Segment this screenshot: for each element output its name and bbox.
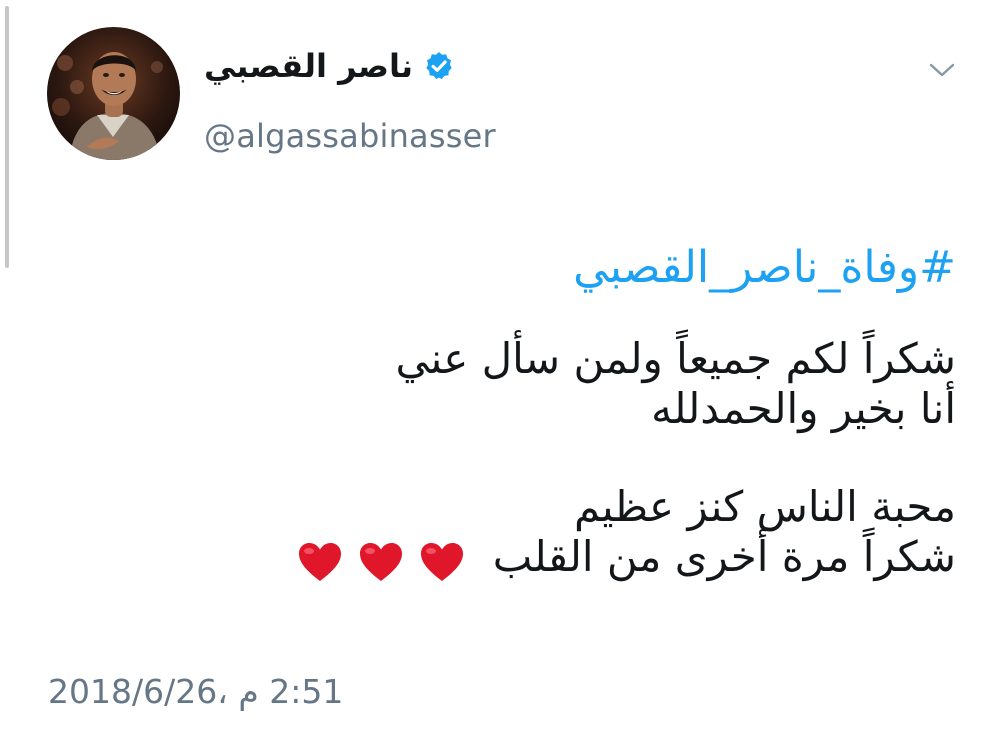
hashtag-link[interactable]: #وفاة_ناصر_القصبي xyxy=(96,238,956,298)
heart-emojis xyxy=(295,535,466,585)
tweet-header: ناصر القصبي @algassabinasser xyxy=(47,27,947,162)
red-heart-icon xyxy=(421,543,464,581)
chevron-down-icon[interactable] xyxy=(926,54,958,86)
tweet-timestamp[interactable]: 2:51 م ،2018/6/26 xyxy=(48,672,343,711)
display-name[interactable]: ناصر القصبي xyxy=(204,47,413,85)
scroll-indicator[interactable] xyxy=(5,6,9,268)
tweet-line-1: شكراً لكم جميعاً ولمن سأل عني xyxy=(395,334,956,383)
red-heart-icon xyxy=(298,543,341,581)
avatar[interactable] xyxy=(47,27,180,160)
tweet-text: #وفاة_ناصر_القصبي شكراً لكم جميعاً ولمن … xyxy=(96,238,956,582)
tweet-line-4: شكراً مرة أخرى من القلب xyxy=(492,532,956,581)
user-handle[interactable]: @algassabinasser xyxy=(204,117,496,155)
profile-photo-icon xyxy=(47,27,180,160)
red-heart-icon xyxy=(359,543,402,581)
display-name-row: ناصر القصبي xyxy=(204,41,455,91)
tweet-line-2: أنا بخير والحمدلله xyxy=(651,384,956,433)
verified-badge-icon xyxy=(426,52,452,80)
tweet-line-4-row: شكراً مرة أخرى من القلب xyxy=(96,532,956,582)
tweet-line-3: محبة الناس كنز عظيم xyxy=(573,482,956,531)
